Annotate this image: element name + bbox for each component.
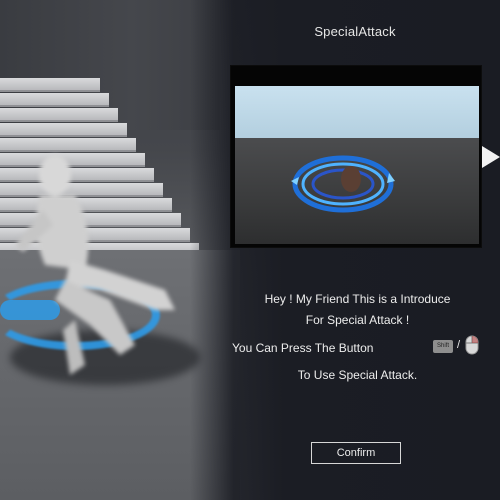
stair-step <box>0 123 127 137</box>
shift-key-icon: Shift <box>433 340 453 353</box>
character-mannequin <box>15 155 175 375</box>
stair-step <box>0 78 100 92</box>
stair-step <box>0 93 109 107</box>
message-line-4: To Use Special Attack. <box>297 368 418 382</box>
message-line-2: For Special Attack ! <box>305 313 410 327</box>
next-arrow-icon[interactable] <box>482 146 500 168</box>
preview-sky <box>235 86 479 138</box>
special-attack-effect <box>291 155 395 213</box>
confirm-button[interactable]: Confirm <box>311 442 401 464</box>
panel-title: SpecialAttack <box>314 24 396 39</box>
mouse-icon <box>465 335 479 355</box>
preview-video <box>230 65 482 248</box>
stair-step <box>0 108 118 122</box>
message-line-3: You Can Press The Button <box>232 341 374 355</box>
key-separator: / <box>457 339 461 351</box>
message-line-1: Hey ! My Friend This is a Introduce <box>264 292 451 306</box>
